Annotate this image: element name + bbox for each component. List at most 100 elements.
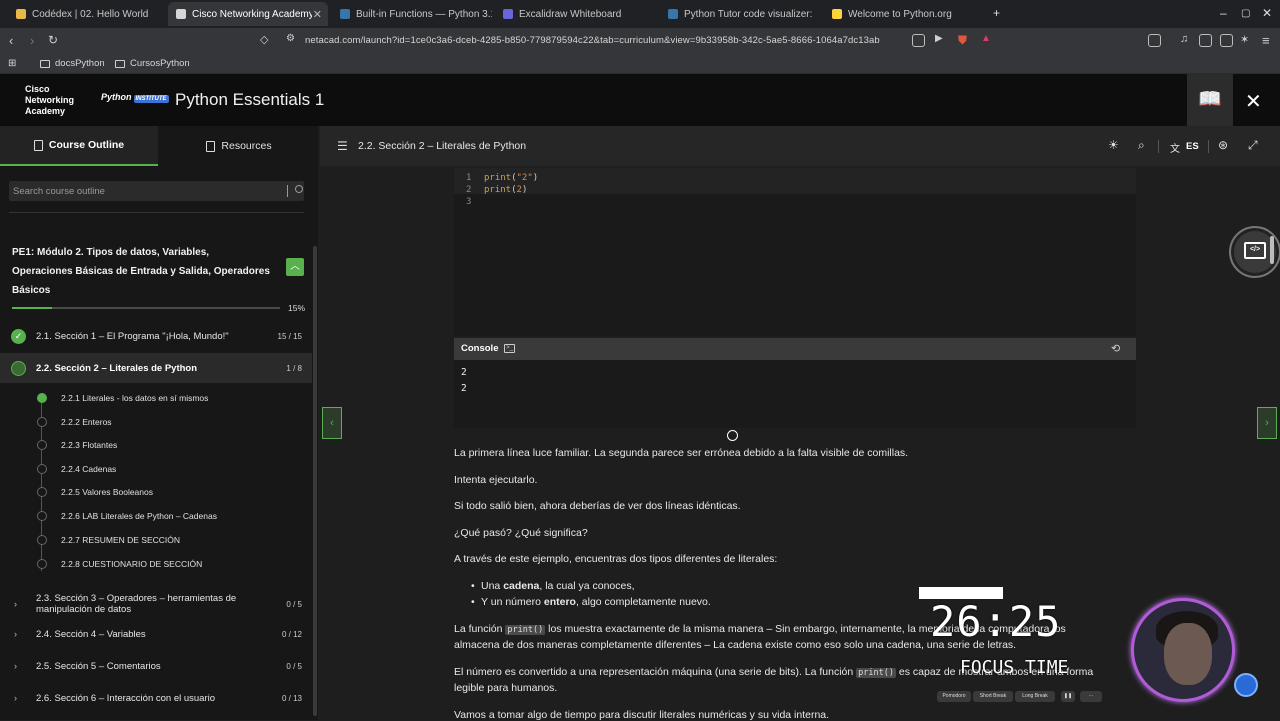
bookmark-cursospython[interactable]: CursosPython [115,58,190,69]
section-2-2[interactable]: 2.2. Sección 2 – Literales de Python 1 /… [0,353,312,383]
site-info-icon[interactable]: ⚙ [286,33,295,44]
bookmark-icon[interactable]: ◇ [260,33,268,46]
document-icon [206,140,216,152]
language-selector[interactable]: ES [1186,141,1199,152]
code-line: 2 print(2) [466,185,528,195]
lesson-2-2-7[interactable]: 2.2.7 RESUMEN DE SECCIÓN [0,530,312,550]
close-icon[interactable]: ✕ [1245,89,1262,114]
music-icon[interactable]: ♫ [1180,33,1188,45]
paragraph: La primera línea luce familiar. La segun… [454,447,909,459]
back-icon[interactable]: ‹ [9,33,13,48]
minimize-icon[interactable]: – [1220,6,1227,20]
code-editor[interactable]: 1 print("2") 2 print(2) 3 [454,168,1136,336]
accessibility-icon[interactable]: ⊛ [1218,138,1228,152]
section-label: 2.6. Sección 6 – Interacción con el usua… [36,692,216,704]
current-line-highlight [454,168,1136,194]
paragraph: Si todo salió bien, ahora deberías de ve… [454,500,741,512]
long-break-button[interactable]: Long Break [1015,691,1055,702]
lesson-2-2-1[interactable]: 2.2.1 Literales - los datos en sí mismos [0,388,312,408]
tab-course-outline[interactable]: Course Outline [0,126,158,166]
console-label: Console [461,343,499,354]
pause-button[interactable]: ❚❚ [1061,691,1075,702]
search-input[interactable] [13,184,273,198]
next-page-button[interactable]: › [1257,407,1277,439]
short-break-button[interactable]: Short Break [973,691,1013,702]
close-window-icon[interactable]: ✕ [1262,6,1272,20]
screen-cast-icon[interactable] [912,34,925,47]
lesson-2-2-3[interactable]: 2.2.3 Flotantes [0,435,312,455]
reset-icon[interactable]: ⟲ [1111,342,1120,355]
paragraph: Intenta ejecutarlo. [454,474,538,486]
browser-tab-codedex[interactable]: Codédex | 02. Hello World [8,2,168,26]
input-divider [287,185,288,197]
lesson-2-2-2[interactable]: 2.2.2 Enteros [0,412,312,432]
lesson-2-2-6[interactable]: 2.2.6 LAB Literales de Python – Cadenas [0,506,312,526]
course-outline-sidebar: Course Outline Resources PE1: Módulo 2. … [0,126,318,720]
terminal-icon: >_ [504,344,515,353]
python-institute-logo: Python INSTITUTE [101,92,169,103]
section-label-line: manipulación de datos [36,604,132,615]
logo-text: Python [101,92,132,102]
rewards-icon[interactable]: ▲ [981,33,991,44]
tab-resources[interactable]: Resources [160,126,318,166]
reload-icon[interactable]: ↻ [48,33,58,47]
sidebar-scrollbar[interactable] [313,246,317,716]
expand-icon[interactable]: ⤢ [1248,138,1258,153]
section-2-6[interactable]: › 2.6. Sección 6 – Interacción con el us… [0,683,312,713]
section-2-3[interactable]: › 2.3. Sección 3 – Operadores – herramie… [0,586,312,622]
brave-shield-icon[interactable]: ⛊ [958,33,967,48]
previous-page-button[interactable]: ‹ [322,407,342,439]
lesson-pending-icon [37,440,47,450]
module-progress-percent: 15% [288,303,306,313]
paragraph: legible para humanos. [454,682,558,694]
theme-sun-icon[interactable]: ☀ [1108,138,1119,152]
divider [1158,140,1159,153]
maximize-icon[interactable]: ▢ [1241,8,1250,19]
divider [9,212,304,213]
section-2-5[interactable]: › 2.5. Sección 5 – Comentarios 0 / 5 [0,651,312,681]
paragraph: Vamos a tomar algo de tiempo para discut… [454,709,830,721]
webcam-face [1164,623,1212,685]
content-scrollbar[interactable] [1270,236,1274,264]
python-favicon-icon [340,9,350,19]
browser-tab-excalidraw[interactable]: Excalidraw Whiteboard [495,2,655,26]
cisco-favicon-icon [176,9,186,19]
extensions-icon[interactable] [1148,34,1161,47]
lesson-label: 2.2.8 CUESTIONARIO DE SECCIÓN [61,559,203,569]
new-tab-button[interactable]: + [993,6,1000,20]
forward-icon[interactable]: › [30,33,34,48]
section-2-1[interactable]: ✓ 2.1. Sección 1 – El Programa "¡Hola, M… [0,321,312,351]
collapse-module-icon[interactable]: ︿ [286,258,304,276]
menu-icon[interactable]: ≡ [1262,33,1270,48]
cisco-networking-academy-logo[interactable]: Cisco Networking Academy [25,84,74,117]
browser-tab-pythontutor[interactable]: Python Tutor code visualizer: Vis [660,2,815,26]
open-book-icon[interactable]: 📖 [1187,74,1233,126]
tab-title: Cisco Networking Academy: F [192,8,312,20]
focus-timer: 26:25 [930,597,1062,646]
browser-tab-cisco[interactable]: Cisco Networking Academy: F ✕ [168,2,328,26]
bookmark-docspython[interactable]: docsPython [40,58,105,69]
wallet-icon[interactable] [1220,34,1233,47]
pomodoro-button[interactable]: Pomodoro [937,691,971,702]
translate-icon[interactable]: 文 [1170,140,1180,155]
browser-tab-pythonorg[interactable]: Welcome to Python.org [824,2,984,26]
lesson-2-2-4[interactable]: 2.2.4 Cadenas [0,459,312,479]
play-icon[interactable]: ▶ [935,33,943,44]
sidebar-icon[interactable] [1199,34,1212,47]
output-line: 2 [461,383,467,394]
search-icon[interactable]: ⌕ [1138,138,1145,153]
url-input[interactable]: netacad.com/launch?id=1ce0c3a6-dceb-4285… [305,35,880,46]
search-icon[interactable] [295,185,303,193]
browser-tab-builtins[interactable]: Built-in Functions — Python 3.14 [332,2,492,26]
settings-button[interactable]: ··· [1080,691,1102,702]
close-tab-icon[interactable]: ✕ [313,8,322,21]
section-2-4[interactable]: › 2.4. Sección 4 – Variables 0 / 12 [0,619,312,649]
module-header[interactable]: PE1: Módulo 2. Tipos de datos, Variables… [0,239,312,303]
menu-icon[interactable]: ☰ [337,139,348,153]
apps-grid-icon[interactable]: ⊞ [8,58,16,69]
leo-icon[interactable]: ✶ [1240,33,1249,46]
address-bar-row: ‹ › ↻ ◇ ⚙ netacad.com/launch?id=1ce0c3a6… [0,28,1280,54]
lesson-2-2-5[interactable]: 2.2.5 Valores Booleanos [0,482,312,502]
console-header: Console >_ ⟲ [454,338,1136,360]
lesson-2-2-8[interactable]: 2.2.8 CUESTIONARIO DE SECCIÓN [0,554,312,574]
